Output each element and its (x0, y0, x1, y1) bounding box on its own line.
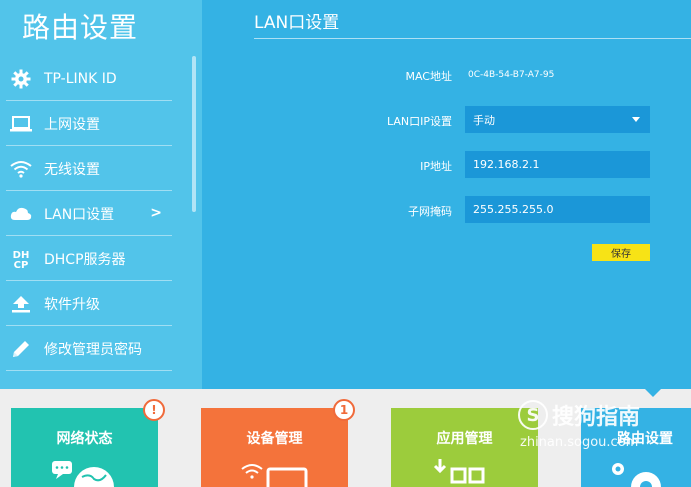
lan-ip-mode-value: 手动 (473, 113, 495, 127)
sogou-watermark: S 搜狗指南 zhinan.sogou.com (518, 399, 640, 450)
sogou-logo-icon: S (518, 400, 548, 430)
subnet-mask-label: 子网掩码 (408, 205, 452, 218)
sidebar-menu: TP-LINK ID 上网设置 无线设置 LAN口设置 > DHCP DHCP (0, 56, 172, 371)
subnet-mask-value: 255.255.255.0 (473, 203, 554, 216)
tile-network-status[interactable]: 网络状态 (11, 408, 158, 487)
tile-device-management[interactable]: 设备管理 (201, 408, 348, 487)
sidebar-item-label: 无线设置 (44, 161, 100, 178)
alert-badge: ! (143, 399, 165, 421)
device-count-badge: 1 (333, 399, 355, 421)
svg-text:CP: CP (14, 260, 29, 270)
mac-value: 0C-4B-54-B7-A7-95 (468, 70, 555, 80)
sidebar-item-label: 上网设置 (44, 116, 100, 133)
subnet-mask-input[interactable]: 255.255.255.0 (465, 196, 650, 223)
sidebar-item-lan[interactable]: LAN口设置 > (0, 191, 172, 236)
globe-chat-icon (50, 459, 120, 487)
ip-address-input[interactable]: 192.168.2.1 (465, 151, 650, 178)
title-divider (254, 38, 691, 39)
caret-down-icon (632, 117, 640, 122)
active-tile-pointer (645, 389, 661, 397)
sidebar-item-dhcp[interactable]: DH CP DHCP服务器 (0, 236, 172, 281)
sidebar-item-password[interactable]: 修改管理员密码 (0, 326, 172, 371)
lan-ip-mode-label: LAN口IP设置 (386, 115, 452, 128)
sidebar-item-tplink-id[interactable]: TP-LINK ID (0, 56, 172, 101)
chevron-right-icon: > (150, 205, 162, 221)
cloud-icon (10, 203, 32, 225)
wifi-icon (10, 158, 32, 180)
tile-app-management[interactable]: 应用管理 (391, 408, 538, 487)
mac-label: MAC地址 (405, 70, 452, 83)
pencil-icon (10, 338, 32, 360)
upload-icon (10, 293, 32, 315)
sidebar-item-label: 修改管理员密码 (44, 341, 142, 358)
ip-address-value: 192.168.2.1 (473, 158, 540, 171)
watermark-brand: 搜狗指南 (552, 405, 641, 430)
tile-label: 应用管理 (436, 431, 493, 447)
lan-settings-panel: LAN口设置 MAC地址 0C-4B-54-B7-A7-95 LAN口IP设置 … (202, 0, 691, 389)
ip-label: IP地址 (420, 160, 452, 173)
sidebar: 路由设置 TP-LINK ID 上网设置 无线设置 LAN口设置 > DH CP… (0, 0, 202, 389)
sidebar-title: 路由设置 (22, 11, 139, 44)
sidebar-scrollbar[interactable] (192, 56, 196, 212)
save-button[interactable]: 保存 (592, 244, 650, 261)
gear-icon (10, 68, 32, 90)
sidebar-item-label: TP-LINK ID (44, 70, 117, 87)
app-grid-icon (430, 457, 500, 487)
sidebar-item-label: 软件升级 (44, 296, 100, 313)
tile-label: 网络状态 (56, 431, 113, 447)
watermark-url: zhinan.sogou.com (520, 435, 639, 450)
sidebar-item-wireless[interactable]: 无线设置 (0, 146, 172, 191)
laptop-icon (10, 113, 32, 135)
sidebar-item-upgrade[interactable]: 软件升级 (0, 281, 172, 326)
sidebar-item-internet[interactable]: 上网设置 (0, 101, 172, 146)
sidebar-item-label: DHCP服务器 (44, 251, 126, 268)
page-title: LAN口设置 (254, 13, 340, 33)
tile-label: 设备管理 (246, 431, 303, 447)
dhcp-icon: DH CP (10, 248, 32, 270)
monitor-wifi-icon (240, 459, 310, 487)
gear-settings-icon (606, 457, 676, 487)
lan-ip-mode-select[interactable]: 手动 (465, 106, 650, 133)
